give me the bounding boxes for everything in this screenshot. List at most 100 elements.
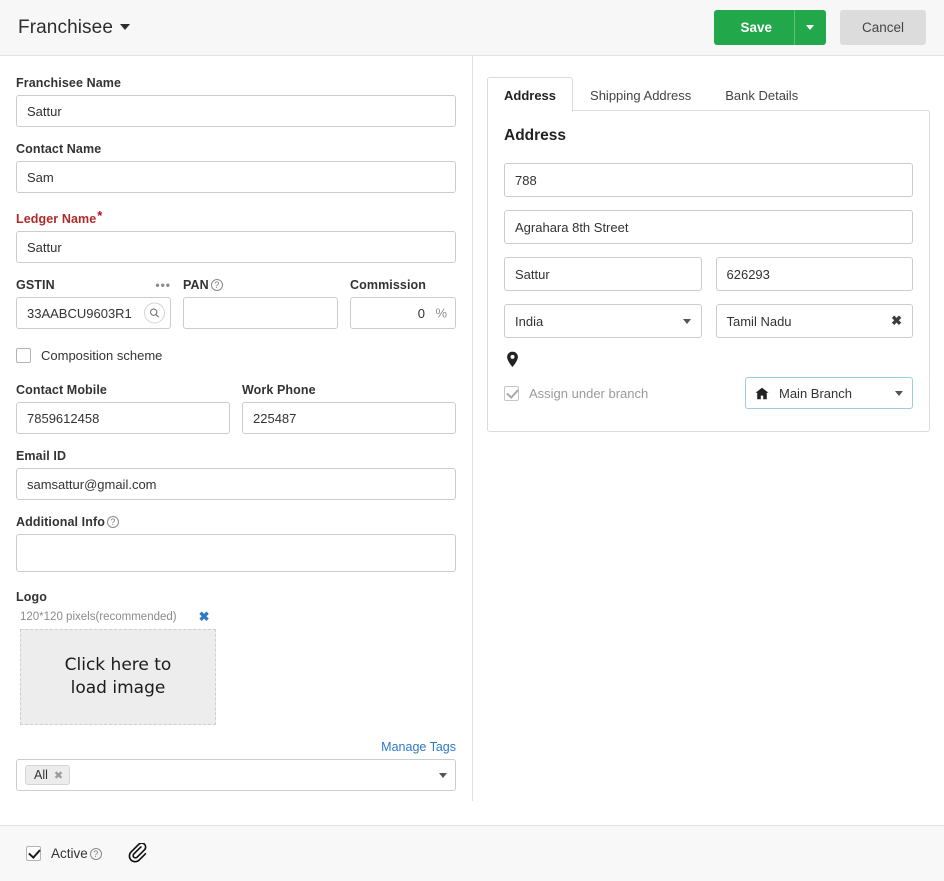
branch-select-value: Main Branch (779, 385, 852, 401)
logo-dropzone-line1: Click here to (64, 655, 172, 676)
address-tabs: Address Shipping Address Bank Details (487, 76, 930, 112)
commission-input-wrap: % (350, 297, 456, 329)
contact-mobile-label: Contact Mobile (16, 383, 107, 397)
phone-row: Contact Mobile Work Phone (16, 383, 456, 449)
chevron-down-icon[interactable] (439, 772, 447, 778)
city-input[interactable] (504, 257, 702, 291)
field-contact-name: Contact Name (16, 142, 456, 193)
pincode-input[interactable] (715, 257, 913, 291)
search-icon[interactable] (144, 302, 165, 324)
address-section-title: Address (504, 127, 567, 144)
franchisee-name-label: Franchisee Name (16, 76, 122, 90)
chevron-down-icon (682, 318, 691, 324)
map-pin-row (506, 351, 913, 371)
save-dropdown-button[interactable] (793, 10, 826, 45)
email-id-label: Email ID (16, 449, 67, 463)
tags-select[interactable]: All ✖ (16, 759, 456, 791)
save-button-group: Save (714, 10, 826, 45)
city-pincode-row (504, 257, 913, 291)
contact-mobile-input[interactable] (16, 402, 230, 434)
franchisee-name-input[interactable] (16, 95, 456, 127)
help-icon[interactable]: ? (210, 279, 223, 291)
assign-branch-checkbox-group[interactable]: Assign under branch (504, 385, 649, 401)
page-title[interactable]: Franchisee (18, 17, 130, 39)
address-line2-row (504, 210, 913, 244)
tags-header: Manage Tags (16, 740, 456, 754)
logo-upload-dropzone[interactable]: Click here to load image (20, 629, 216, 725)
country-select[interactable]: India (504, 304, 702, 338)
pan-label: PAN? (183, 278, 338, 292)
tab-shipping-address[interactable]: Shipping Address (573, 77, 708, 112)
field-commission: Commission % (350, 278, 456, 329)
address-tab-panel: Address India Tamil Nadu ✖ (487, 110, 930, 432)
contact-name-input[interactable] (16, 161, 456, 193)
required-asterisk: * (97, 208, 103, 223)
composition-scheme-checkbox[interactable] (16, 348, 31, 363)
assign-branch-row: Assign under branch Main Branch (504, 377, 913, 409)
contact-name-label: Contact Name (16, 142, 102, 156)
field-contact-mobile: Contact Mobile (16, 383, 230, 434)
map-pin-icon[interactable] (506, 351, 519, 368)
paperclip-icon (128, 841, 147, 862)
field-franchisee-name: Franchisee Name (16, 76, 456, 127)
home-icon (755, 387, 769, 399)
address-line2-input[interactable] (504, 210, 913, 244)
top-bar-actions: Save Cancel (714, 10, 926, 45)
close-x-icon[interactable]: ✖ (54, 769, 63, 782)
chevron-down-icon (895, 390, 903, 396)
save-button[interactable]: Save (714, 10, 794, 45)
gstin-label: GSTIN ••• (16, 278, 171, 292)
pan-label-text: PAN (183, 278, 209, 292)
additional-info-label: Additional Info? (16, 515, 456, 529)
active-label-text: Active (51, 846, 88, 861)
footer-bar: Active? (0, 825, 944, 881)
ledger-name-label-text: Ledger Name (16, 212, 97, 226)
state-select[interactable]: Tamil Nadu ✖ (715, 304, 913, 338)
active-label: Active? (51, 846, 102, 861)
ellipsis-icon[interactable]: ••• (155, 278, 171, 292)
pan-input[interactable] (183, 297, 338, 329)
close-x-icon[interactable]: ✖ (891, 313, 902, 329)
chevron-down-icon[interactable] (120, 23, 130, 30)
email-id-input[interactable] (16, 468, 456, 500)
field-additional-info: Additional Info? (16, 515, 456, 575)
additional-info-textarea[interactable] (16, 534, 456, 572)
ledger-name-input[interactable] (16, 231, 456, 263)
manage-tags-link[interactable]: Manage Tags (381, 740, 456, 754)
address-panel-container: Address Shipping Address Bank Details Ad… (473, 56, 944, 825)
logo-dropzone-line2: load image (70, 678, 166, 698)
tab-address[interactable]: Address (487, 77, 574, 112)
top-bar: Franchisee Save Cancel (0, 0, 944, 56)
logo-meta: 120*120 pixels(recommended) ✖ (20, 609, 456, 625)
help-icon[interactable]: ? (89, 848, 102, 860)
logo-dropzone-text: Click here to load image (65, 654, 172, 700)
work-phone-input[interactable] (242, 402, 456, 434)
tag-chip-all[interactable]: All ✖ (25, 765, 71, 785)
state-select-value: Tamil Nadu (726, 313, 792, 329)
tab-bank-details[interactable]: Bank Details (708, 77, 815, 112)
percent-suffix: % (435, 305, 447, 321)
address-line1-input[interactable] (504, 163, 913, 197)
cancel-button[interactable]: Cancel (839, 10, 926, 45)
assign-branch-checkbox[interactable] (504, 385, 519, 401)
close-x-icon[interactable]: ✖ (199, 609, 210, 625)
franchisee-details-form: Franchisee Name Contact Name Ledger Name… (0, 56, 473, 801)
address-line1-row (504, 163, 913, 197)
page-title-text: Franchisee (18, 16, 113, 38)
branch-select[interactable]: Main Branch (745, 377, 913, 409)
active-checkbox-group[interactable]: Active? (26, 846, 102, 861)
help-icon[interactable]: ? (106, 516, 119, 528)
attachment-button[interactable] (128, 841, 148, 865)
country-select-value: India (515, 313, 544, 329)
assign-branch-label: Assign under branch (529, 385, 649, 401)
gstin-input-wrap (16, 297, 171, 329)
ledger-name-label: Ledger Name* (16, 208, 456, 226)
country-state-row: India Tamil Nadu ✖ (504, 304, 913, 338)
active-checkbox[interactable] (26, 846, 41, 861)
search-icon-svg (149, 308, 160, 318)
gstin-label-text: GSTIN (16, 278, 55, 292)
composition-scheme-row[interactable]: Composition scheme (16, 348, 456, 363)
chevron-down-icon (806, 25, 815, 30)
field-pan: PAN? (183, 278, 338, 329)
field-logo: Logo 120*120 pixels(recommended) ✖ Click… (16, 590, 456, 725)
